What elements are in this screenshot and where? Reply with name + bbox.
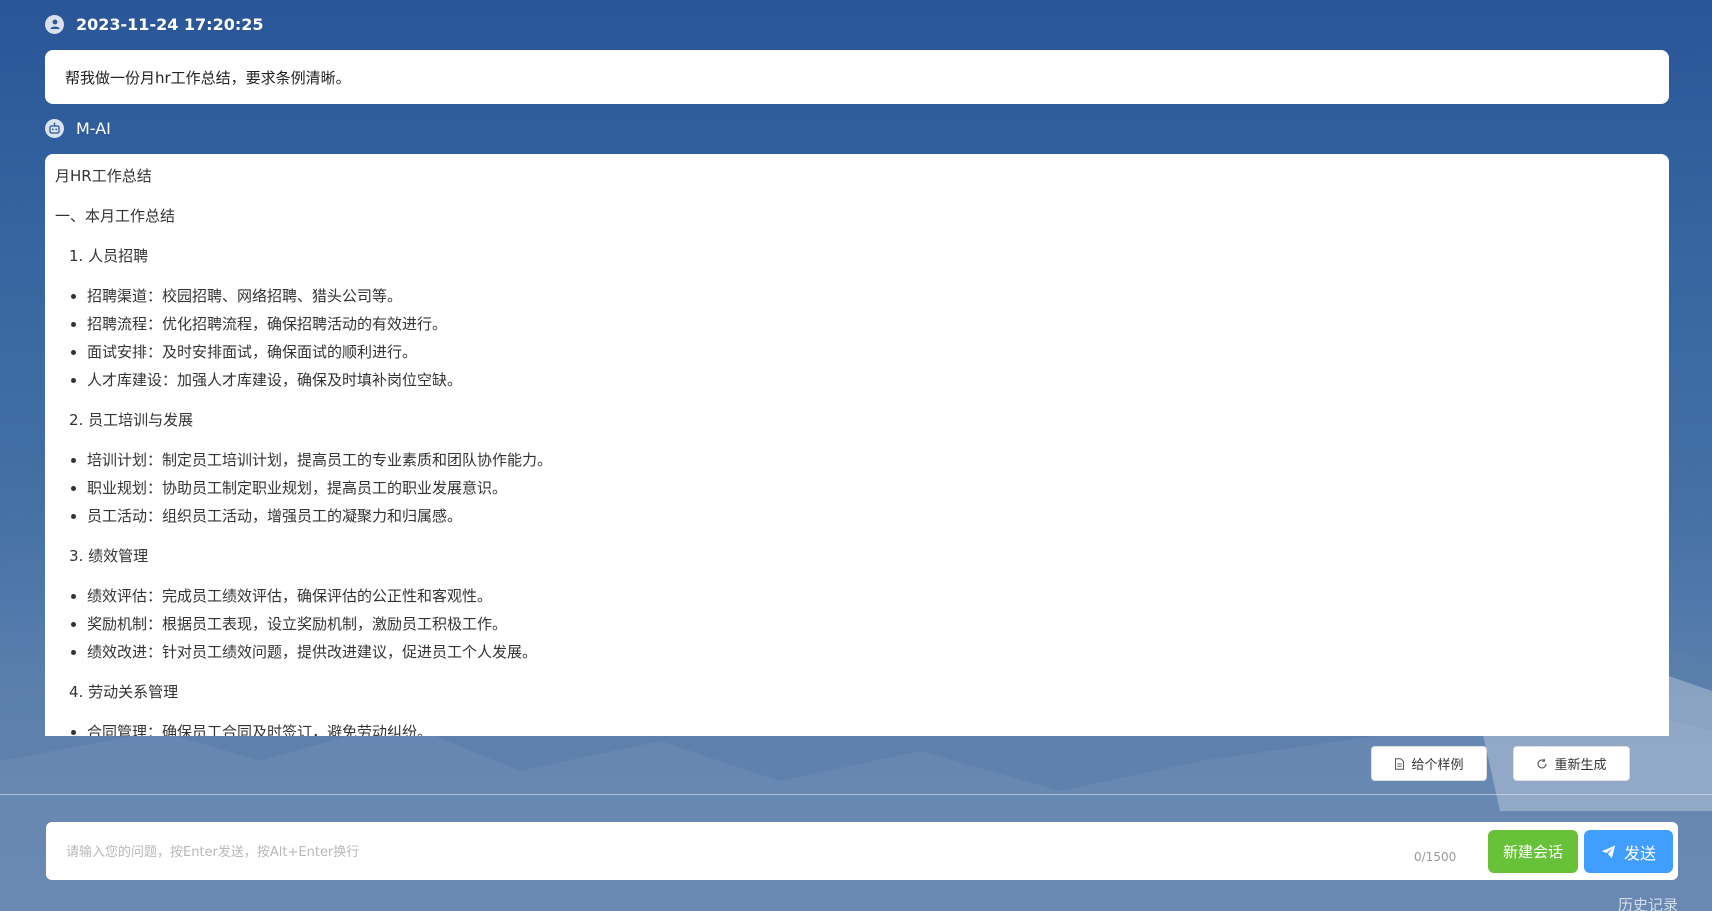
send-button-label: 发送: [1623, 843, 1656, 863]
example-button-label: 给个样例: [1411, 758, 1464, 773]
list-item: 职业规划：协助员工制定职业规划，提高员工的职业发展意识。: [87, 477, 1659, 499]
refresh-icon: [1536, 758, 1548, 770]
list-item: 员工活动：组织员工活动，增强员工的凝聚力和归属感。: [87, 505, 1659, 527]
summary-title: 月HR工作总结: [55, 167, 152, 185]
section-heading: 一、本月工作总结: [55, 207, 176, 225]
divider: [0, 794, 1712, 795]
user-message-text: 帮我做一份月hr工作总结，要求条例清晰。: [65, 68, 351, 87]
bullet-list: 绩效评估：完成员工绩效评估，确保评估的公正性和客观性。 奖励机制：根据员工表现，…: [55, 585, 1659, 663]
list-item: 奖励机制：根据员工表现，设立奖励机制，激励员工积极工作。: [87, 613, 1659, 635]
subsection-heading: 2. 员工培训与发展: [69, 411, 194, 429]
user-message-bubble: 帮我做一份月hr工作总结，要求条例清晰。: [45, 50, 1669, 104]
ai-name: M-AI: [76, 118, 111, 138]
user-icon: [45, 14, 64, 34]
bullet-list: 培训计划：制定员工培训计划，提高员工的专业素质和团队协作能力。 职业规划：协助员…: [55, 449, 1659, 527]
list-item: 人才库建设：加强人才库建设，确保及时填补岗位空缺。: [87, 369, 1659, 391]
paper-plane-icon: [1601, 845, 1616, 859]
bullet-list: 合同管理：确保员工合同及时签订，避免劳动纠纷。: [55, 721, 1659, 736]
ai-message-bubble: 月HR工作总结 一、本月工作总结 1. 人员招聘 招聘渠道：校园招聘、网络招聘、…: [45, 154, 1669, 736]
message-timestamp: 2023-11-24 17:20:25: [76, 14, 264, 34]
regenerate-button[interactable]: 重新生成: [1513, 746, 1630, 781]
send-button[interactable]: 发送: [1584, 830, 1673, 873]
document-icon: [1394, 757, 1405, 770]
input-box: 0/1500 新建会话 发送: [46, 822, 1678, 882]
user-message-header: 2023-11-24 17:20:25: [45, 14, 264, 34]
new-chat-button-label: 新建会话: [1502, 843, 1563, 861]
list-item: 绩效评估：完成员工绩效评估，确保评估的公正性和客观性。: [87, 585, 1659, 607]
bullet-list: 招聘渠道：校园招聘、网络招聘、猎头公司等。 招聘流程：优化招聘流程，确保招聘活动…: [55, 285, 1659, 391]
list-item: 合同管理：确保员工合同及时签订，避免劳动纠纷。: [87, 721, 1659, 736]
new-chat-button[interactable]: 新建会话: [1488, 830, 1578, 873]
list-item: 培训计划：制定员工培训计划，提高员工的专业素质和团队协作能力。: [87, 449, 1659, 471]
regenerate-button-label: 重新生成: [1554, 758, 1607, 773]
ai-message-header: M-AI: [45, 118, 111, 138]
example-button[interactable]: 给个样例: [1371, 746, 1487, 781]
list-item: 招聘流程：优化招聘流程，确保招聘活动的有效进行。: [87, 313, 1659, 335]
subsection-heading: 1. 人员招聘: [69, 247, 149, 265]
history-link[interactable]: 历史记录: [1618, 894, 1678, 911]
robot-icon: [45, 118, 64, 138]
subsection-heading: 4. 劳动关系管理: [69, 683, 179, 701]
list-item: 招聘渠道：校园招聘、网络招聘、猎头公司等。: [87, 285, 1659, 307]
list-item: 面试安排：及时安排面试，确保面试的顺利进行。: [87, 341, 1659, 363]
subsection-heading: 3. 绩效管理: [69, 547, 149, 565]
char-counter: 0/1500: [1414, 850, 1457, 864]
question-input[interactable]: [64, 822, 1418, 882]
list-item: 绩效改进：针对员工绩效问题，提供改进建议，促进员工个人发展。: [87, 641, 1659, 663]
